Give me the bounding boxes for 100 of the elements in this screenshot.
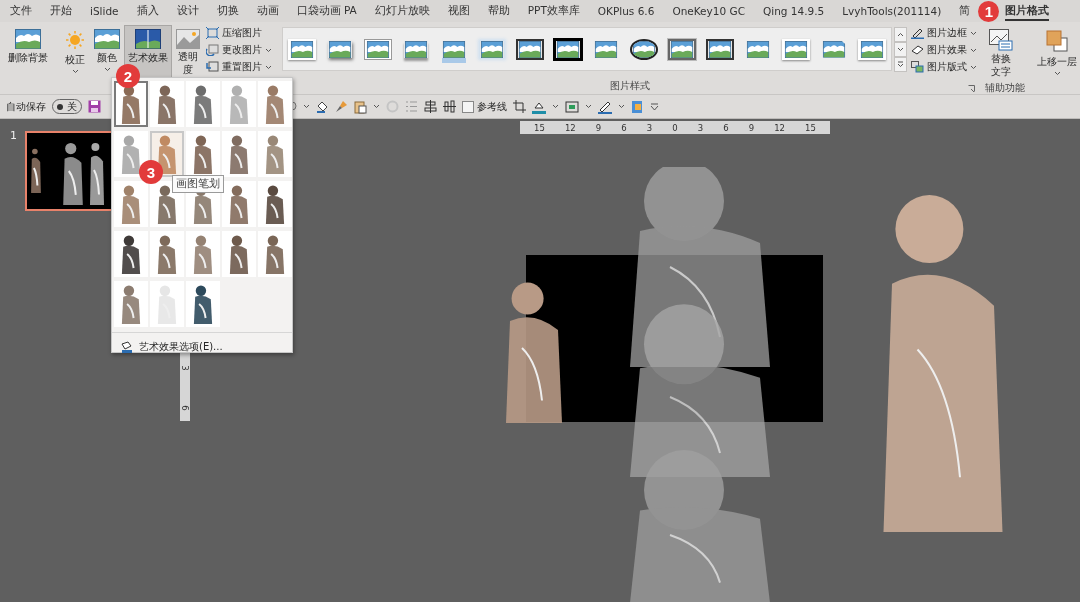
art-effect-option[interactable]	[222, 181, 256, 227]
save-icon[interactable]	[88, 100, 101, 113]
picture-text-icon	[989, 29, 1013, 51]
landscape-icon	[746, 40, 770, 58]
art-effect-option[interactable]	[114, 231, 148, 277]
scroll-up-button[interactable]	[894, 27, 907, 42]
layout-icon	[911, 61, 924, 73]
compress-pictures-button[interactable]: 压缩图片	[206, 26, 272, 40]
clipboard-icon[interactable]	[631, 99, 644, 114]
landscape-icon	[556, 40, 580, 58]
ribbon-tab[interactable]: 图片格式	[1005, 1, 1050, 21]
brush-icon[interactable]	[335, 100, 348, 113]
landscape-icon	[708, 40, 732, 58]
picture-icon	[176, 29, 200, 49]
ribbon-tab[interactable]: 帮助	[487, 2, 510, 20]
landscape-icon	[822, 40, 846, 58]
ribbon-tab[interactable]: OneKey10 GC	[672, 3, 745, 19]
art-effect-option[interactable]	[258, 231, 292, 277]
textbox-icon[interactable]	[565, 100, 579, 113]
caret-icon	[970, 47, 977, 53]
caret-icon	[265, 47, 272, 53]
landscape-icon	[442, 40, 466, 58]
ruler-number: 3	[697, 122, 704, 133]
art-effect-option[interactable]	[186, 131, 220, 177]
customize-icon[interactable]	[650, 102, 659, 111]
picture-icon	[94, 29, 120, 49]
layers-icon	[1045, 29, 1069, 53]
picture-style-option[interactable]	[553, 37, 583, 61]
guides-checkbox[interactable]: 参考线	[462, 99, 507, 114]
art-effect-option[interactable]	[150, 81, 184, 127]
ribbon-tab[interactable]: 文件	[10, 2, 32, 20]
refresh-icon	[206, 44, 219, 56]
ruler-number: 12	[564, 122, 576, 133]
ribbon-tab[interactable]: 幻灯片放映	[374, 2, 430, 20]
caret-icon	[373, 104, 380, 109]
more-button[interactable]	[894, 57, 907, 72]
ribbon-tab[interactable]: 简	[959, 2, 971, 20]
art-effects-options-item[interactable]: 艺术效果选项(E)...	[112, 332, 292, 361]
reset-picture-button[interactable]: 重置图片	[206, 60, 272, 74]
up-caret-icon	[897, 32, 904, 37]
art-effect-option[interactable]	[114, 81, 148, 127]
group-label: 图片样式	[609, 80, 650, 91]
ribbon-tab[interactable]: 口袋动画 PA	[296, 2, 357, 20]
slide-number: 1	[10, 129, 17, 142]
ribbon-tab[interactable]: iSlide	[90, 3, 119, 19]
caret-icon	[103, 67, 111, 72]
dialog-launcher-icon[interactable]	[968, 85, 975, 92]
ribbon-tab[interactable]: 视图	[447, 2, 470, 20]
slide-thumbnail[interactable]	[25, 131, 113, 211]
landscape-icon	[518, 40, 542, 58]
pen-icon[interactable]	[598, 99, 612, 114]
ruler-number: 6	[180, 405, 190, 411]
ribbon-tab[interactable]: OKPlus 6.6	[597, 3, 655, 19]
ribbon-tab[interactable]: 动画	[256, 2, 279, 20]
caret-icon	[1053, 71, 1061, 76]
paint-bucket-icon[interactable]	[316, 100, 329, 113]
ribbon-tab[interactable]: 设计	[176, 2, 199, 20]
remove-background-button[interactable]: 删除背景	[4, 25, 52, 94]
ruler-number: 15	[534, 122, 545, 133]
crop-icon[interactable]	[513, 100, 526, 113]
ribbon-tab[interactable]: 切换	[216, 2, 239, 20]
ruler-number: 6	[621, 122, 627, 133]
scroll-down-button[interactable]	[894, 42, 907, 57]
ribbon-tab[interactable]: PPT效率库	[527, 2, 580, 20]
art-effect-option[interactable]	[186, 281, 220, 327]
compress-icon	[206, 27, 219, 39]
art-effect-option[interactable]	[222, 131, 256, 177]
art-effect-option[interactable]	[258, 181, 292, 227]
alt-text-button[interactable]: 替换文字	[985, 25, 1017, 82]
caret-icon	[71, 69, 79, 74]
art-effect-option[interactable]	[150, 231, 184, 277]
align-center-icon[interactable]	[424, 100, 437, 113]
transparency-button[interactable]: 透明度	[172, 25, 204, 94]
align-middle-icon[interactable]	[443, 100, 456, 113]
ruler-number: 12	[774, 122, 785, 133]
expand-icon	[897, 61, 904, 68]
picture-border-button[interactable]: 图片边框	[911, 26, 977, 40]
art-effect-option[interactable]	[186, 81, 220, 127]
art-effect-option[interactable]	[222, 231, 256, 277]
bring-forward-button[interactable]: 上移一层	[1033, 25, 1080, 94]
picture-style-option[interactable]	[515, 37, 545, 61]
picture-style-option[interactable]	[629, 37, 659, 61]
step-badge: 1	[978, 0, 1000, 22]
ribbon-tab[interactable]: Qing 14.9.5	[762, 3, 825, 19]
ruler-number: 15	[805, 122, 816, 133]
caret-icon	[585, 104, 592, 109]
picture-style-option[interactable]	[705, 37, 735, 61]
checkbox-box[interactable]	[462, 100, 474, 113]
picture-effects-button[interactable]: 图片效果	[911, 43, 977, 57]
picture-layout-button[interactable]: 图片版式	[911, 60, 977, 74]
ribbon-tab[interactable]: 开始	[50, 2, 72, 20]
landscape-icon	[594, 40, 618, 58]
corrections-button[interactable]: 校正	[60, 25, 90, 94]
landscape-icon	[860, 40, 884, 58]
change-picture-button[interactable]: 更改图片	[206, 43, 272, 57]
ribbon-tab[interactable]: 插入	[136, 2, 159, 20]
ribbon-tab[interactable]: LvyhTools(201114)	[842, 3, 942, 19]
reset-icon	[206, 61, 219, 73]
paste-icon[interactable]	[354, 99, 367, 114]
caret-icon	[897, 47, 904, 52]
